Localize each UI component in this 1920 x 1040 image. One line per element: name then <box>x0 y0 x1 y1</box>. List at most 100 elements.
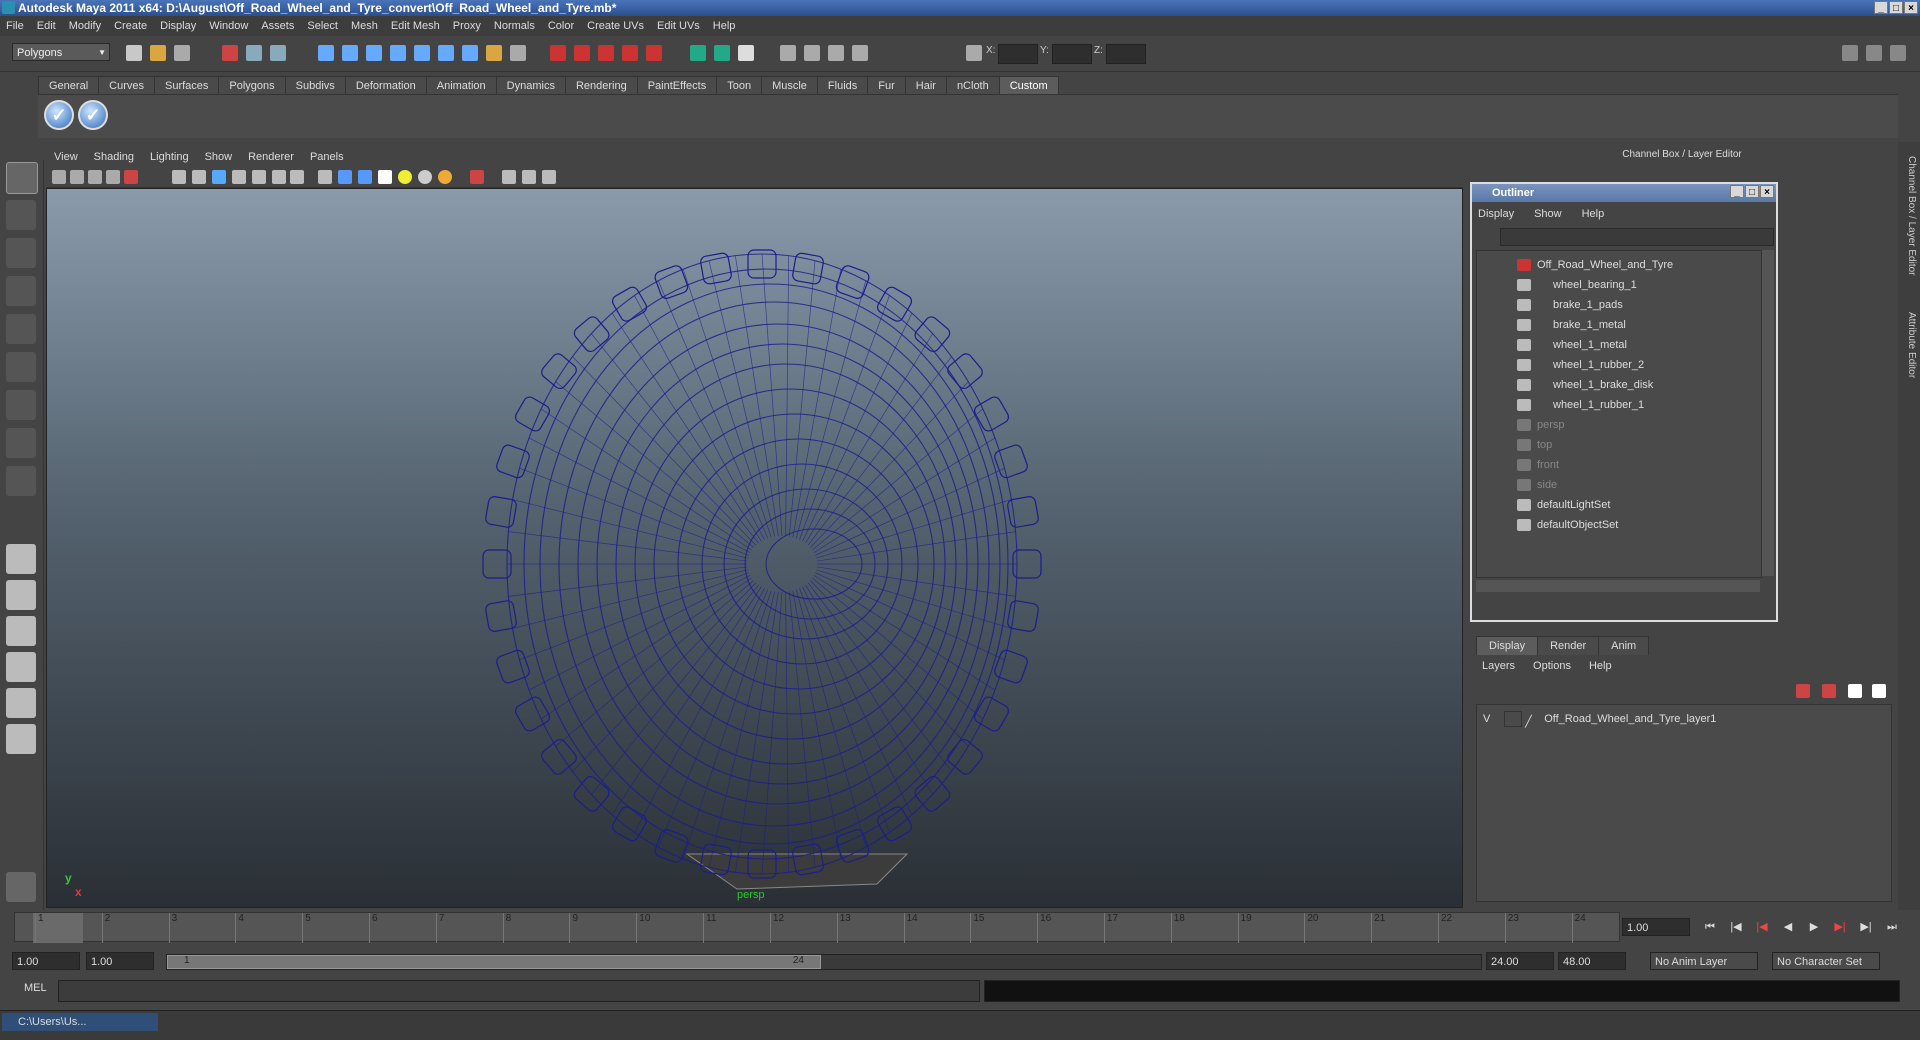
open-scene-icon[interactable] <box>150 45 166 61</box>
snap-surface-icon[interactable] <box>414 45 430 61</box>
shelf-tab-toon[interactable]: Toon <box>716 76 763 95</box>
minimized-window[interactable]: C:\Users\Us... <box>2 1013 158 1031</box>
bookmark-icon[interactable] <box>88 170 102 184</box>
select-component-icon[interactable] <box>270 45 286 61</box>
four-pane-layout-icon[interactable] <box>6 580 36 610</box>
isolate-select-icon[interactable] <box>470 170 484 184</box>
show-manipulator-icon[interactable] <box>6 466 36 496</box>
input-line-icon[interactable] <box>690 45 706 61</box>
viewport-menu-view[interactable]: View <box>54 151 78 163</box>
field-chart-icon[interactable] <box>232 170 246 184</box>
outliner-layout-icon[interactable] <box>6 616 36 646</box>
shelf-tab-custom[interactable]: Custom <box>998 76 1059 95</box>
quick-rename-icon[interactable] <box>738 45 754 61</box>
snap-live-icon[interactable] <box>438 45 454 61</box>
current-frame-field[interactable]: 1.00 <box>1622 918 1690 936</box>
layer-move-down-icon[interactable] <box>1872 684 1886 698</box>
gate-mask-icon[interactable] <box>212 170 226 184</box>
safe-action-icon[interactable] <box>252 170 266 184</box>
xray-joints-icon[interactable] <box>522 170 536 184</box>
check-icon[interactable]: ✓ <box>78 100 108 130</box>
lights-icon[interactable] <box>398 170 412 184</box>
outliner-item[interactable]: wheel_1_brake_disk <box>1477 375 1761 395</box>
show-tool-settings-icon[interactable] <box>1866 45 1882 61</box>
time-slider[interactable]: 1 2 3 4 5 6 7 8 9 10 11 12 13 14 15 16 17 18 19 20 21 22 23 24 <box>14 912 1620 943</box>
menu-proxy[interactable]: Proxy <box>453 20 481 32</box>
menu-edit[interactable]: Edit <box>37 20 56 32</box>
relative-icon[interactable] <box>852 45 868 61</box>
end-time-field[interactable]: 48.00 <box>1558 952 1626 970</box>
wireframe-on-shaded-icon[interactable] <box>358 170 372 184</box>
transform-icon[interactable] <box>828 45 844 61</box>
render-view-icon[interactable] <box>646 45 662 61</box>
outliner-item[interactable]: persp <box>1477 415 1761 435</box>
shelf-tab-fur[interactable]: Fur <box>867 76 906 95</box>
mel-input[interactable] <box>58 980 980 1002</box>
outliner-item[interactable]: defaultLightSet <box>1477 495 1761 515</box>
camera-tools-icon[interactable] <box>804 45 820 61</box>
go-to-end-icon[interactable]: ⏭ <box>1882 918 1902 936</box>
outliner-item[interactable]: brake_1_pads <box>1477 295 1761 315</box>
character-set-dropdown[interactable]: No Character Set <box>1772 952 1880 970</box>
save-scene-icon[interactable] <box>174 45 190 61</box>
snap-view-icon[interactable] <box>390 45 406 61</box>
show-channel-box-icon[interactable] <box>1890 45 1906 61</box>
start-time-field[interactable]: 1.00 <box>12 952 80 970</box>
layer-color-swatch[interactable]: ╱ <box>1525 712 1541 728</box>
backface-icon[interactable] <box>542 170 556 184</box>
layer-move-up-icon[interactable] <box>1848 684 1862 698</box>
camera-icon[interactable] <box>780 45 796 61</box>
snap-grid-icon[interactable] <box>318 45 334 61</box>
menu-normals[interactable]: Normals <box>494 20 535 32</box>
select-object-icon[interactable] <box>246 45 262 61</box>
menu-mesh[interactable]: Mesh <box>351 20 378 32</box>
layer-visibility-toggle[interactable]: V <box>1483 709 1501 729</box>
check-icon[interactable]: ✓ <box>44 100 74 130</box>
menu-modify[interactable]: Modify <box>69 20 101 32</box>
select-by-name-icon[interactable] <box>714 45 730 61</box>
minimize-button[interactable]: _ <box>1874 1 1888 14</box>
text-icon[interactable] <box>290 170 304 184</box>
outliner-minimize-button[interactable]: _ <box>1730 185 1744 198</box>
shelf-tab-rendering[interactable]: Rendering <box>564 76 638 95</box>
new-layer-icon[interactable] <box>1796 684 1810 698</box>
single-pane-layout-icon[interactable] <box>6 544 36 574</box>
select-camera-icon[interactable] <box>52 170 66 184</box>
shelf-tab-dynamics[interactable]: Dynamics <box>495 76 566 95</box>
y-field[interactable] <box>1052 44 1092 64</box>
outliner-menu-show[interactable]: Show <box>1534 208 1562 220</box>
outliner-item[interactable]: wheel_1_rubber_2 <box>1477 355 1761 375</box>
shelf-tab-hair[interactable]: Hair <box>904 76 947 95</box>
outliner-item[interactable]: Off_Road_Wheel_and_Tyre <box>1477 255 1761 275</box>
outliner-hscrollbar[interactable] <box>1476 580 1760 592</box>
select-tool-icon[interactable] <box>6 162 38 194</box>
shelf-tab-general[interactable]: General <box>38 76 100 95</box>
shelf-tab-surfaces[interactable]: Surfaces <box>153 76 220 95</box>
shelf-tab-ncloth[interactable]: nCloth <box>945 76 1000 95</box>
film-gate-icon[interactable] <box>172 170 186 184</box>
outliner-item[interactable]: wheel_1_metal <box>1477 335 1761 355</box>
z-field[interactable] <box>1106 44 1146 64</box>
menu-window[interactable]: Window <box>209 20 248 32</box>
shelf-tab-fluids[interactable]: Fluids <box>816 76 869 95</box>
maximize-button[interactable]: □ <box>1889 1 1903 14</box>
lasso-tool-icon[interactable] <box>6 200 36 230</box>
menu-set-dropdown[interactable]: Polygons <box>12 43 110 62</box>
menu-create[interactable]: Create <box>114 20 147 32</box>
step-forward-key-icon[interactable]: ▶| <box>1856 918 1876 936</box>
layer-tab-render[interactable]: Render <box>1537 636 1600 655</box>
safe-title-icon[interactable] <box>272 170 286 184</box>
outliner-menu-help[interactable]: Help <box>1582 208 1605 220</box>
viewport-persp[interactable]: y x persp <box>46 188 1463 908</box>
layer-menu-help[interactable]: Help <box>1589 660 1612 672</box>
move-tool-icon[interactable] <box>6 276 36 306</box>
layer-menu-layers[interactable]: Layers <box>1482 660 1515 672</box>
x-field[interactable] <box>998 44 1038 64</box>
history-icon[interactable] <box>462 45 478 61</box>
snap-point-icon[interactable] <box>366 45 382 61</box>
select-hierarchy-icon[interactable] <box>222 45 238 61</box>
viewport-menu-lighting[interactable]: Lighting <box>150 151 189 163</box>
wireframe-icon[interactable] <box>318 170 332 184</box>
outliner-item[interactable]: top <box>1477 435 1761 455</box>
range-slider[interactable]: 1 24 <box>166 954 1482 970</box>
